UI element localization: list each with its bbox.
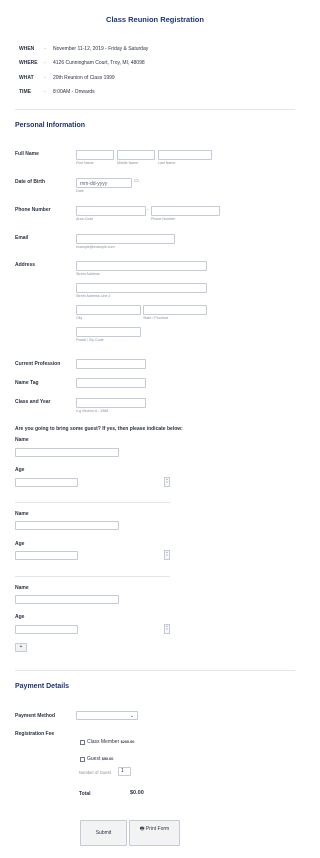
add-guest-button[interactable]: +	[15, 643, 27, 652]
guest-name-input[interactable]	[15, 595, 119, 604]
name-tag-label: Name Tag	[15, 380, 39, 386]
guest-name-label: Name	[15, 585, 29, 591]
middle-name-sublabel: Middle Name	[117, 161, 139, 165]
city-input[interactable]	[76, 305, 141, 315]
submit-button[interactable]: Submit	[80, 820, 127, 846]
dob-label: Date of Birth	[15, 179, 45, 185]
guest-age-label: Age	[15, 541, 25, 547]
middle-name-input[interactable]	[117, 150, 155, 160]
profession-label: Current Profession	[15, 361, 61, 367]
divider	[15, 670, 295, 671]
divider	[15, 576, 170, 577]
profession-input[interactable]	[76, 359, 146, 369]
guest-name-input[interactable]	[15, 521, 119, 530]
phone-separator: -	[147, 207, 149, 213]
last-name-input[interactable]	[158, 150, 212, 160]
street-address-sublabel: Street Address	[76, 272, 100, 276]
age-stepper[interactable]: ▲ ▼	[164, 550, 170, 560]
area-code-sublabel: Area Code	[76, 217, 94, 221]
event-value-what: 20th Reunion of Class 1999	[53, 75, 115, 81]
guest-name-label: Name	[15, 511, 29, 517]
class-member-label: Class Member	[87, 739, 120, 745]
guest-question: Are you going to bring some guest? If ye…	[15, 426, 183, 432]
section-heading-personal: Personal Information	[15, 122, 86, 129]
guest-name-input[interactable]	[15, 448, 119, 457]
event-sep: -	[44, 75, 46, 81]
guest-option: Guest $50.00	[87, 756, 113, 762]
form-title: Class Reunion Registration	[106, 15, 204, 24]
event-key-what: WHAT	[19, 75, 34, 81]
registration-fee-label: Registration Fee	[15, 731, 55, 737]
class-year-label: Class and Year	[15, 399, 51, 405]
city-sublabel: City	[76, 316, 83, 320]
full-name-label: Full Name	[15, 151, 39, 157]
total-label: Total	[79, 791, 91, 797]
guest-age-input[interactable]	[15, 551, 78, 560]
divider	[15, 109, 295, 110]
postal-input[interactable]	[76, 327, 141, 337]
event-sep: -	[44, 60, 46, 66]
calendar-icon[interactable]: ▭	[134, 178, 139, 184]
event-key-where: WHERE	[19, 60, 38, 66]
area-code-input[interactable]	[76, 206, 146, 216]
email-label: Email	[15, 235, 29, 241]
print-form-button[interactable]: 🖶 Print Form	[129, 820, 180, 846]
last-name-sublabel: Last Name	[158, 161, 176, 165]
street-address-input[interactable]	[76, 261, 207, 271]
guest-age-label: Age	[15, 467, 25, 473]
street-address-2-sublabel: Street Address Line 2	[76, 294, 111, 298]
event-value-where: 4126 Cunningham Court, Troy, MI, 48098	[53, 60, 145, 66]
first-name-sublabel: First Name	[76, 161, 94, 165]
printer-icon: 🖶	[139, 826, 145, 832]
guest-age-label: Age	[15, 614, 25, 620]
dob-input[interactable]: mm-dd-yyyy	[76, 178, 132, 188]
guest-checkbox[interactable]	[80, 757, 85, 762]
section-heading-payment: Payment Details	[15, 683, 70, 690]
guest-age-input[interactable]	[15, 625, 78, 634]
age-stepper[interactable]: ▲ ▼	[164, 624, 170, 634]
event-key-when: WHEN	[19, 46, 35, 52]
guest-name-label: Name	[15, 437, 29, 443]
phone-number-input[interactable]	[151, 206, 220, 216]
state-input[interactable]	[143, 305, 207, 315]
stepper-down-icon[interactable]: ▼	[166, 554, 168, 557]
address-label: Address	[15, 262, 36, 268]
phone-number-sublabel: Phone Number	[151, 217, 176, 221]
state-sublabel: State / Province	[143, 316, 169, 320]
email-sublabel: example@example.com	[76, 245, 115, 249]
divider	[15, 502, 170, 503]
class-member-option: Class Member $200.00	[87, 739, 134, 745]
class-member-checkbox[interactable]	[80, 740, 85, 745]
event-sep: -	[44, 89, 46, 95]
print-form-label: Print Form	[145, 826, 170, 832]
first-name-input[interactable]	[76, 150, 114, 160]
postal-sublabel: Postal / Zip Code	[76, 338, 104, 342]
dob-sublabel: Date	[76, 189, 84, 193]
street-address-2-input[interactable]	[76, 283, 207, 293]
email-input[interactable]	[76, 234, 175, 244]
class-member-price: $200.00	[120, 740, 135, 744]
guest-count-label: Number of Guest	[79, 770, 111, 775]
event-value-time: 8:00AM - Onwards	[53, 89, 95, 95]
guest-option-label: Guest	[87, 756, 101, 762]
name-tag-input[interactable]	[76, 378, 146, 388]
guest-option-price: $50.00	[101, 757, 114, 761]
event-value-when: November 11-12, 2019 - Friday & Saturday	[53, 46, 149, 52]
dob-placeholder: mm-dd-yyyy	[80, 180, 108, 187]
guest-age-input[interactable]	[15, 478, 78, 487]
class-year-sublabel: e.g Section A - 1988	[76, 409, 109, 413]
total-value: $0.00	[130, 790, 144, 796]
stepper-down-icon[interactable]: ▼	[166, 628, 168, 631]
payment-method-label: Payment Method	[15, 713, 56, 719]
phone-label: Phone Number	[15, 207, 51, 213]
event-sep: -	[44, 46, 46, 52]
stepper-down-icon[interactable]: ▼	[166, 481, 168, 484]
age-stepper[interactable]: ▲ ▼	[164, 477, 170, 487]
class-year-input[interactable]	[76, 398, 146, 408]
guest-count-input[interactable]: 1	[118, 767, 131, 776]
event-key-time: TIME	[19, 89, 31, 95]
payment-method-select[interactable]: ⌄	[76, 711, 138, 720]
chevron-down-icon: ⌄	[129, 712, 134, 719]
